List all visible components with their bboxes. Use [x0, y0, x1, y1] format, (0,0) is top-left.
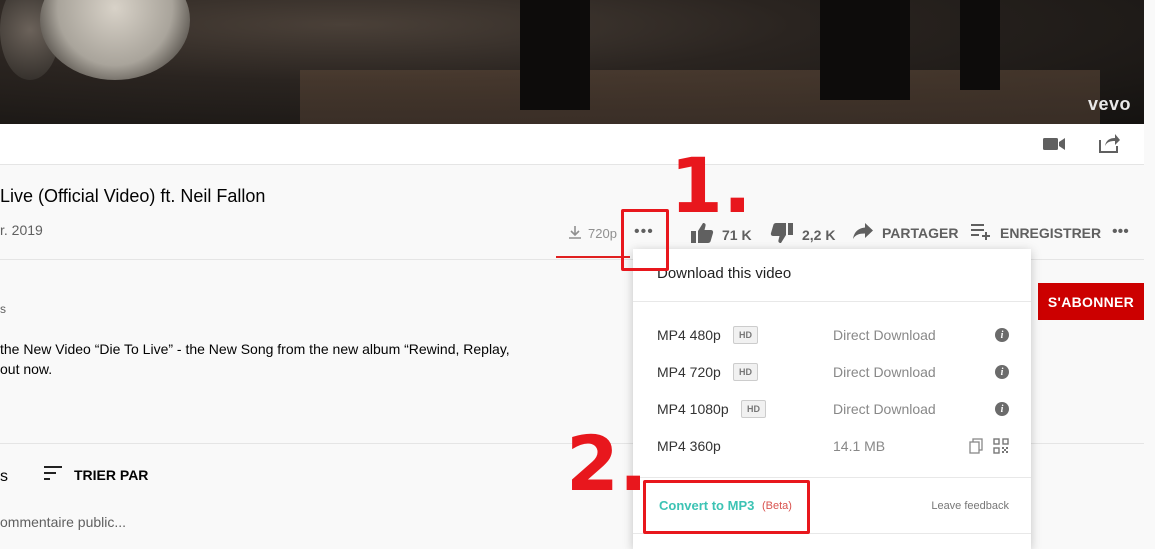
- more-actions-button[interactable]: •••: [1112, 223, 1129, 241]
- download-row-720p[interactable]: MP4 720p HD Direct Download i: [657, 360, 1009, 384]
- divider: [633, 477, 1031, 478]
- subscriber-count: s: [0, 302, 6, 316]
- share-out-icon[interactable]: [1097, 132, 1121, 154]
- hd-badge: HD: [741, 400, 766, 418]
- download-quality-label: 720p: [588, 226, 617, 241]
- thumbs-down-icon: [770, 222, 794, 247]
- video-camera-icon[interactable]: [1042, 134, 1066, 154]
- comment-input[interactable]: ommentaire public...: [0, 514, 126, 530]
- sort-icon: [44, 466, 62, 483]
- direct-download-link[interactable]: Direct Download: [833, 327, 936, 343]
- subscribe-button[interactable]: S'ABONNER: [1038, 283, 1144, 320]
- upload-date: r. 2019: [0, 222, 43, 238]
- save-label: ENREGISTRER: [1000, 224, 1102, 241]
- format-label: MP4 720p: [657, 364, 721, 380]
- leave-feedback-link[interactable]: Leave feedback: [931, 500, 1009, 512]
- download-row-360p[interactable]: MP4 360p 14.1 MB: [657, 434, 1009, 458]
- direct-download-link[interactable]: Direct Download: [833, 401, 936, 417]
- format-label: MP4 480p: [657, 327, 721, 343]
- performer-silhouette: [960, 0, 1000, 90]
- video-description: the New Video “Die To Live” - the New So…: [0, 339, 520, 379]
- direct-download-link[interactable]: Direct Download: [833, 364, 936, 380]
- sort-label: TRIER PAR: [74, 466, 149, 483]
- bass-drum-image: [40, 0, 190, 80]
- hd-badge: HD: [733, 363, 758, 381]
- performer-silhouette: [520, 0, 590, 110]
- format-label: MP4 360p: [657, 438, 721, 454]
- share-button[interactable]: PARTAGER: [852, 222, 958, 243]
- hd-badge: HD: [733, 326, 758, 344]
- copy-icon[interactable]: [969, 438, 983, 457]
- download-row-1080p[interactable]: MP4 1080p HD Direct Download i: [657, 397, 1009, 421]
- info-icon[interactable]: i: [995, 365, 1009, 379]
- annotation-step2-label: 2.: [566, 419, 648, 508]
- playlist-add-icon: [970, 222, 992, 243]
- sort-comments-button[interactable]: TRIER PAR: [44, 466, 148, 483]
- performer-silhouette: [820, 0, 910, 100]
- download-quality-button[interactable]: 720p: [568, 225, 617, 242]
- download-row-480p[interactable]: MP4 480p HD Direct Download i: [657, 323, 1009, 347]
- file-size: 14.1 MB: [833, 438, 886, 454]
- video-title: Live (Official Video) ft. Neil Fallon: [0, 186, 266, 206]
- save-button[interactable]: ENREGISTRER: [970, 222, 1101, 243]
- video-player[interactable]: [0, 0, 1144, 124]
- download-panel-title: Download this video: [657, 265, 792, 282]
- annotation-box-step1: [621, 209, 669, 271]
- player-toolbar: [0, 124, 1144, 165]
- qr-code-icon[interactable]: [993, 438, 1009, 457]
- description-line: out now.: [0, 361, 53, 377]
- annotation-box-step2: [643, 480, 810, 534]
- description-line: the New Video “Die To Live” - the New So…: [0, 341, 510, 357]
- share-arrow-icon: [852, 222, 874, 243]
- share-label: PARTAGER: [882, 224, 959, 241]
- info-icon[interactable]: i: [995, 402, 1009, 416]
- annotation-step1-label: 1.: [670, 141, 752, 230]
- download-icon: [568, 225, 582, 242]
- dislike-button[interactable]: 2,2 K: [770, 222, 835, 247]
- vevo-watermark: vevo: [1087, 94, 1131, 114]
- comments-count: s: [0, 468, 8, 485]
- format-label: MP4 1080p: [657, 401, 729, 417]
- dislike-count: 2,2 K: [802, 226, 836, 243]
- divider: [633, 301, 1031, 302]
- info-icon[interactable]: i: [995, 328, 1009, 342]
- download-underline: [556, 256, 630, 258]
